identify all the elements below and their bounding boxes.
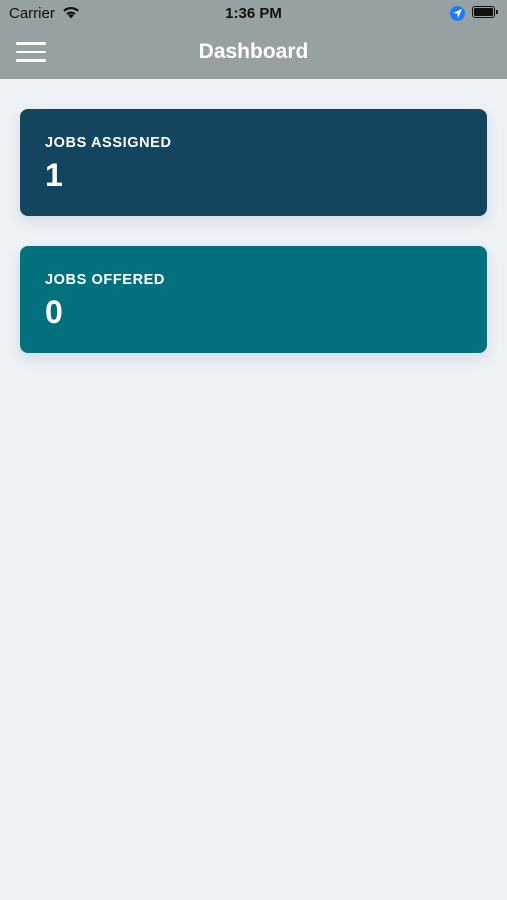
location-arrow-icon — [450, 6, 465, 21]
jobs-offered-card[interactable]: JOBS OFFERED 0 — [20, 246, 487, 353]
page-title: Dashboard — [198, 40, 309, 63]
jobs-assigned-card[interactable]: JOBS ASSIGNED 1 — [20, 109, 487, 216]
jobs-offered-label: JOBS OFFERED — [45, 272, 165, 288]
app-header: Carrier 1:36 PM Dashboard — [0, 0, 507, 79]
jobs-assigned-label: JOBS ASSIGNED — [45, 135, 172, 151]
jobs-assigned-count: 1 — [45, 157, 63, 193]
status-bar: Carrier 1:36 PM — [0, 0, 507, 28]
status-time: 1:36 PM — [225, 5, 282, 22]
jobs-offered-count: 0 — [45, 294, 63, 330]
battery-icon — [472, 6, 498, 18]
